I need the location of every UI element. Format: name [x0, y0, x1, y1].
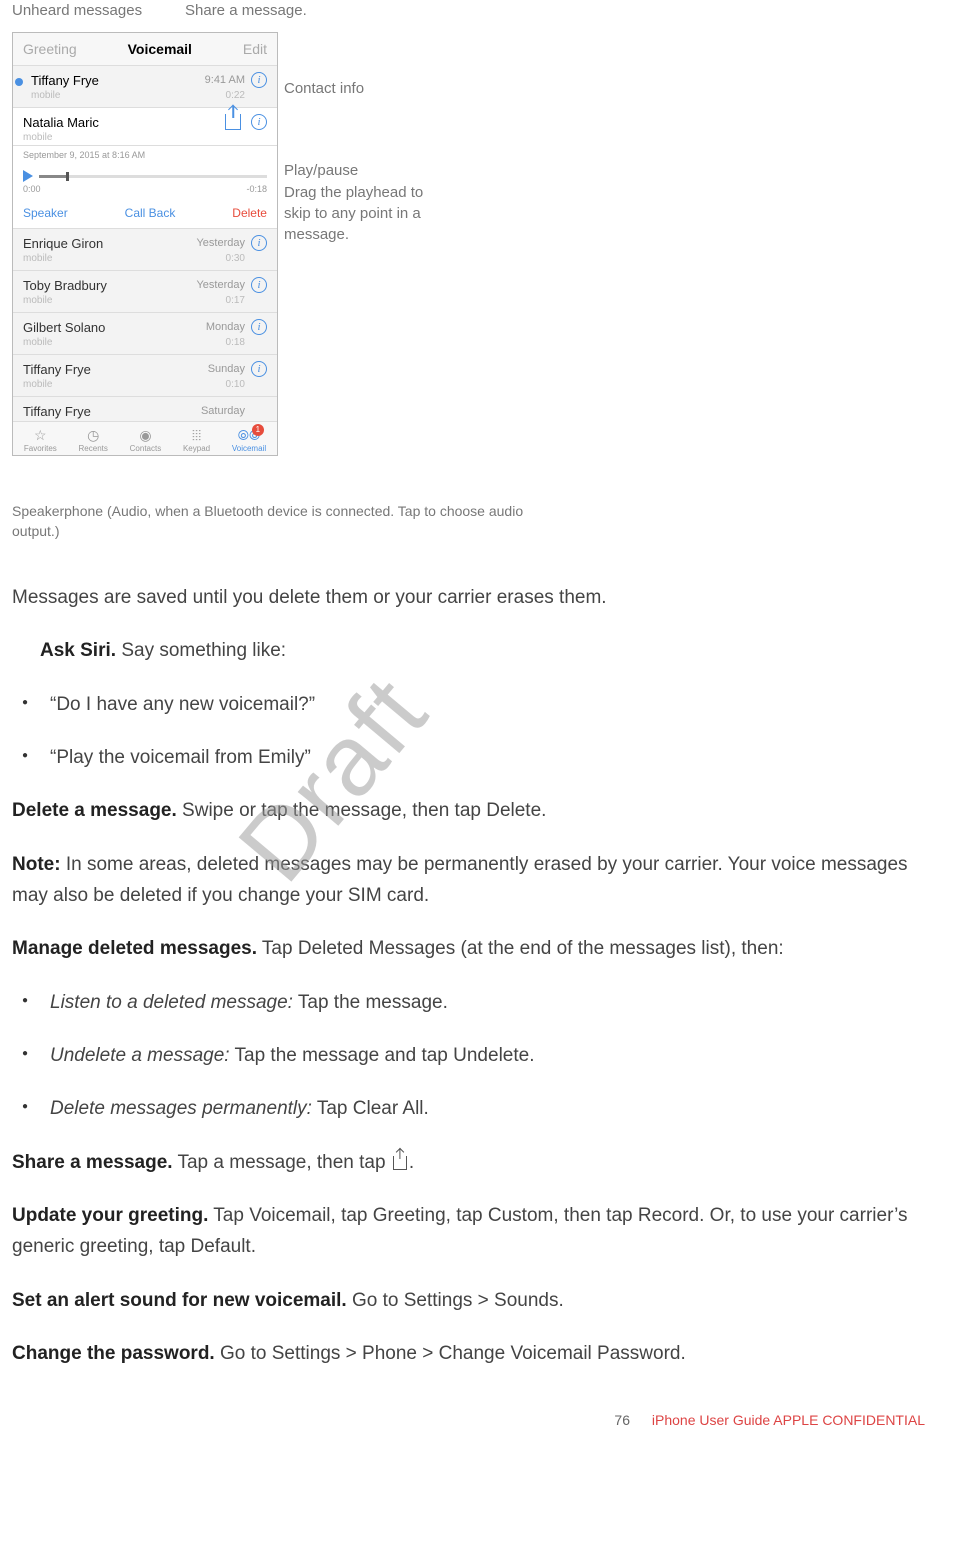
page-footer: 76 iPhone User Guide APPLE CONFIDENTIAL: [0, 1392, 955, 1436]
para-ask-siri: Ask Siri. Say something like:: [12, 635, 943, 666]
para-alert: Set an alert sound for new voicemail. Go…: [12, 1285, 943, 1316]
callback-button[interactable]: Call Back: [125, 206, 176, 220]
speakerphone-caption: Speakerphone (Audio, when a Bluetooth de…: [12, 502, 532, 541]
caller-sub: mobile: [23, 132, 267, 143]
body-content: Messages are saved until you delete them…: [0, 522, 955, 1370]
manage-list: Listen to a deleted message: Tap the mes…: [12, 987, 943, 1125]
vm-row[interactable]: Tiffany Frye 9:41 AM i mobile 0:22: [13, 66, 277, 108]
vm-row[interactable]: Enrique Giron Yesterdayi mobile0:30: [13, 229, 277, 271]
callout-unheard: Unheard messages: [12, 0, 142, 21]
para-manage: Manage deleted messages. Tap Deleted Mes…: [12, 933, 943, 964]
scrubber-thumb-icon[interactable]: [66, 172, 69, 181]
confidential-label: iPhone User Guide APPLE CONFIDENTIAL: [652, 1412, 925, 1428]
unread-dot-icon: [15, 78, 23, 86]
time-cell: 9:41 AM i: [205, 72, 267, 88]
vm-row[interactable]: Gilbert Solano Mondayi mobile0:18: [13, 313, 277, 355]
tab-keypad[interactable]: ⦙⦙⦙ Keypad: [183, 426, 210, 453]
para-saved: Messages are saved until you delete them…: [12, 582, 943, 613]
caller-name: Natalia Maric: [23, 115, 99, 130]
share-icon[interactable]: [225, 114, 241, 130]
caller-name: Tiffany Frye: [23, 362, 91, 377]
action-row: Speaker Call Back Delete: [13, 198, 277, 229]
info-icon[interactable]: i: [251, 277, 267, 293]
callout-playpause: Play/pause: [284, 160, 358, 181]
tab-voicemail[interactable]: ⦾⦾ 1 Voicemail: [232, 426, 266, 453]
action-icons: i: [225, 114, 267, 130]
para-note: Note: In some areas, deleted messages ma…: [12, 849, 943, 912]
para-greeting: Update your greeting. Tap Voicemail, tap…: [12, 1200, 943, 1263]
speaker-button[interactable]: Speaker: [23, 206, 68, 220]
info-icon[interactable]: i: [251, 72, 267, 88]
caller-name: Tiffany Frye: [23, 404, 91, 419]
list-item: “Play the voicemail from Emily”: [12, 742, 943, 773]
page-container: Unheard messages Share a message. Greeti…: [0, 2, 955, 1476]
phone-mock: Greeting Voicemail Edit Tiffany Frye 9:4…: [12, 32, 278, 456]
vm-row-selected[interactable]: Natalia Maric i mobile: [13, 108, 277, 146]
expanded-timestamp: September 9, 2015 at 8:16 AM: [13, 146, 277, 162]
vm-row[interactable]: Tiffany Frye Sundayi mobile0:10: [13, 355, 277, 397]
header-title: Voicemail: [128, 41, 192, 57]
callout-contact: Contact info: [284, 78, 364, 99]
list-item: “Do I have any new voicemail?”: [12, 689, 943, 720]
tab-recents[interactable]: ◷ Recents: [79, 426, 108, 453]
para-share: Share a message. Tap a message, then tap…: [12, 1147, 943, 1178]
edit-button[interactable]: Edit: [243, 41, 267, 57]
playback-row: [13, 162, 277, 184]
star-icon: ☆: [30, 426, 50, 444]
page-number: 76: [614, 1412, 630, 1428]
info-icon[interactable]: i: [251, 114, 267, 130]
callout-drag: Drag the playhead to skip to any point i…: [284, 182, 454, 245]
greeting-button[interactable]: Greeting: [23, 41, 77, 57]
list-item: Undelete a message: Tap the message and …: [12, 1040, 943, 1071]
caller-name: Gilbert Solano: [23, 320, 105, 335]
share-icon: [393, 1156, 407, 1170]
caller-name: Toby Bradbury: [23, 278, 107, 293]
list-item: Listen to a deleted message: Tap the mes…: [12, 987, 943, 1018]
contact-icon: ◉: [135, 426, 155, 444]
caller-name: Enrique Giron: [23, 236, 103, 251]
keypad-icon: ⦙⦙⦙: [187, 426, 207, 444]
clock-icon: ◷: [83, 426, 103, 444]
playback-scrubber[interactable]: [39, 175, 267, 178]
caller-sub: mobile 0:22: [23, 90, 267, 101]
info-icon[interactable]: i: [251, 235, 267, 251]
time-labels: 0:00 -0:18: [13, 184, 277, 198]
siri-list: “Do I have any new voicemail?” “Play the…: [12, 689, 943, 774]
vm-row[interactable]: Tiffany Frye Saturdayi: [13, 397, 277, 421]
para-delete: Delete a message. Swipe or tap the messa…: [12, 795, 943, 826]
tab-favorites[interactable]: ☆ Favorites: [24, 426, 57, 453]
para-password: Change the password. Go to Settings > Ph…: [12, 1338, 943, 1369]
voicemail-header: Greeting Voicemail Edit: [13, 33, 277, 66]
tab-bar: ☆ Favorites ◷ Recents ◉ Contacts ⦙⦙⦙ Key…: [13, 421, 277, 455]
vm-row[interactable]: Toby Bradbury Yesterdayi mobile0:17: [13, 271, 277, 313]
list-item: Delete messages permanently: Tap Clear A…: [12, 1093, 943, 1124]
figure-area: Unheard messages Share a message. Greeti…: [12, 2, 532, 522]
badge-count: 1: [252, 424, 264, 436]
delete-button[interactable]: Delete: [232, 206, 267, 220]
tab-contacts[interactable]: ◉ Contacts: [130, 426, 162, 453]
caller-name: Tiffany Frye: [23, 73, 99, 88]
play-icon[interactable]: [23, 170, 33, 182]
callout-share: Share a message.: [185, 0, 307, 21]
info-icon[interactable]: i: [251, 361, 267, 377]
info-icon[interactable]: i: [251, 319, 267, 335]
